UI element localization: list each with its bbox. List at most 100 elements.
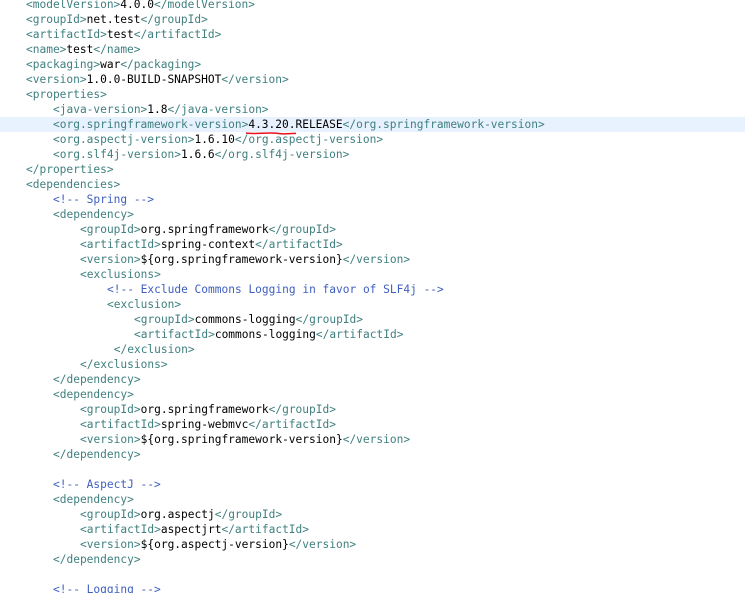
xml-comment: <!-- Logging -->	[53, 583, 161, 593]
code-line-content: <dependency>	[53, 207, 134, 222]
code-line[interactable]: <groupId>org.aspectj</groupId>	[0, 507, 745, 522]
code-line[interactable]: <name>test</name>	[0, 42, 745, 57]
xml-tag: <groupId>	[80, 508, 141, 521]
code-line[interactable]: </dependency>	[0, 552, 745, 567]
xml-value: org.springframework	[140, 403, 269, 416]
code-line[interactable]: <dependency>	[0, 387, 745, 402]
xml-tag: </properties>	[26, 163, 114, 176]
xml-tag: <dependency>	[53, 388, 134, 401]
code-line-content: <version>${org.springframework-version}<…	[80, 432, 410, 447]
code-line[interactable]: <!-- Exclude Commons Logging in favor of…	[0, 282, 745, 297]
xml-tag: </exclusion>	[113, 343, 195, 356]
code-line[interactable]: <packaging>war</packaging>	[0, 57, 745, 72]
xml-tag: <artifactId>	[134, 328, 215, 341]
code-line[interactable]: </dependency>	[0, 447, 745, 462]
code-line[interactable]: <org.aspectj-version>1.6.10</org.aspectj…	[0, 132, 745, 147]
code-line-content: <exclusions>	[80, 267, 161, 282]
code-line[interactable]: <groupId>org.springframework</groupId>	[0, 222, 745, 237]
xml-tag: <org.slf4j-version>	[53, 148, 181, 161]
code-line-current[interactable]: <org.springframework-version>4.3.20.RELE…	[0, 117, 745, 135]
code-line[interactable]: </dependency>	[0, 372, 745, 387]
code-line-content: <artifactId>spring-context</artifactId>	[80, 237, 343, 252]
code-line[interactable]: </properties>	[0, 162, 745, 177]
code-line[interactable]: <version>1.0.0-BUILD-SNAPSHOT</version>	[0, 72, 745, 87]
xml-tag: <artifactId>	[80, 418, 161, 431]
code-line-content: <version>${org.aspectj-version}</version…	[80, 537, 356, 552]
code-line[interactable]: <exclusion>	[0, 297, 745, 312]
xml-tag: </artifactId>	[221, 523, 310, 536]
code-line[interactable]: <groupId>org.springframework</groupId>	[0, 402, 745, 417]
code-line-content: <exclusion>	[107, 297, 181, 312]
code-line[interactable]: <version>${org.springframework-version}<…	[0, 432, 745, 447]
code-line[interactable]: <version>${org.springframework-version}<…	[0, 252, 745, 267]
xml-tag: </artifactId>	[255, 238, 343, 251]
xml-value: spring-context	[160, 238, 256, 251]
code-line-content: <packaging>war</packaging>	[26, 57, 201, 72]
code-line[interactable]: <groupId>net.test</groupId>	[0, 12, 745, 27]
code-line-content: <artifactId>commons-logging</artifactId>	[134, 327, 403, 342]
xml-value: 4.0.0	[120, 0, 154, 11]
code-line-content: <artifactId>spring-webmvc</artifactId>	[80, 417, 336, 432]
code-line[interactable]: <dependency>	[0, 207, 745, 222]
code-line[interactable]: <dependency>	[0, 492, 745, 507]
code-line-content: <groupId>commons-logging</groupId>	[134, 312, 363, 327]
xml-tag: </version>	[221, 73, 289, 86]
xml-tag: <groupId>	[26, 13, 87, 26]
xml-value: 4.3.20.RELEASE	[248, 118, 343, 131]
code-line[interactable]: <version>${org.aspectj-version}</version…	[0, 537, 745, 552]
code-line[interactable]: <modelVersion>4.0.0</modelVersion>	[0, 0, 745, 12]
xml-tag: </dependency>	[53, 448, 141, 461]
xml-comment: <!-- Spring -->	[53, 193, 155, 206]
code-line[interactable]: <!-- AspectJ -->	[0, 477, 745, 492]
xml-tag: <exclusion>	[107, 298, 182, 311]
xml-editor[interactable]: <modelVersion>4.0.0</modelVersion> <group…	[0, 0, 745, 593]
code-line-content: <!-- Spring -->	[53, 192, 154, 207]
xml-value: 1.6.10	[194, 133, 235, 146]
code-line[interactable]: <artifactId>test</artifactId>	[0, 27, 745, 42]
xml-tag: <artifactId>	[80, 523, 161, 536]
code-line[interactable]: <dependencies>	[0, 177, 745, 192]
code-line[interactable]: <artifactId>spring-webmvc</artifactId>	[0, 417, 745, 432]
code-line[interactable]: <java-version>1.8 </java-version>	[0, 102, 745, 120]
xml-tag: </name>	[93, 43, 141, 56]
xml-tag: <dependency>	[53, 208, 134, 221]
xml-tag: </version>	[342, 253, 411, 266]
xml-value: test	[66, 43, 94, 56]
code-line-content: <org.slf4j-version>1.6.6</org.slf4j-vers…	[53, 147, 349, 162]
code-line[interactable]: <org.slf4j-version>1.6.6</org.slf4j-vers…	[0, 147, 745, 162]
xml-value: org.aspectj	[140, 508, 215, 521]
code-line[interactable]: <!-- Spring -->	[0, 192, 745, 207]
code-line[interactable]: <!-- Logging -->	[0, 582, 745, 593]
code-line[interactable]: <artifactId>spring-context</artifactId>	[0, 237, 745, 252]
xml-tag: <packaging>	[26, 58, 101, 71]
xml-tag: <version>	[80, 253, 141, 266]
code-line[interactable]: <artifactId>commons-logging</artifactId>	[0, 327, 745, 342]
code-line-content: <dependency>	[53, 387, 134, 402]
xml-tag: <org.aspectj-version>	[53, 133, 195, 146]
code-line-content: <artifactId>test</artifactId>	[26, 27, 221, 42]
code-line[interactable]: </exclusions>	[0, 357, 745, 372]
code-line-content: <org.aspectj-version>1.6.10</org.aspectj…	[53, 132, 383, 147]
xml-tag: </java-version>	[167, 103, 269, 116]
code-line-content: <!-- AspectJ -->	[53, 477, 161, 492]
code-line-content: <org.springframework-version>4.3.20.RELE…	[53, 117, 545, 135]
code-line[interactable]	[0, 567, 745, 582]
xml-comment: <!-- AspectJ -->	[53, 478, 161, 491]
xml-tag: </groupId>	[214, 508, 283, 521]
code-line[interactable]: <groupId>commons-logging</groupId>	[0, 312, 745, 327]
xml-value: 1.0.0-BUILD-SNAPSHOT	[86, 73, 222, 86]
xml-tag: </modelVersion>	[153, 0, 256, 11]
xml-tag: </dependency>	[53, 373, 141, 386]
xml-value: ${org.springframework-version}	[140, 253, 343, 266]
code-line[interactable]	[0, 462, 745, 477]
code-line[interactable]: <artifactId>aspectjrt</artifactId>	[0, 522, 745, 537]
code-line[interactable]: </exclusion>	[0, 342, 745, 357]
xml-tag: <dependencies>	[26, 178, 121, 191]
code-line[interactable]: <properties>	[0, 87, 745, 102]
xml-tag: </artifactId>	[248, 418, 336, 431]
xml-tag: <name>	[26, 43, 67, 56]
xml-tag: <java-version>	[53, 103, 148, 116]
xml-tag: <properties>	[26, 88, 107, 101]
xml-tag: <dependency>	[53, 493, 134, 506]
code-line[interactable]: <exclusions>	[0, 267, 745, 282]
